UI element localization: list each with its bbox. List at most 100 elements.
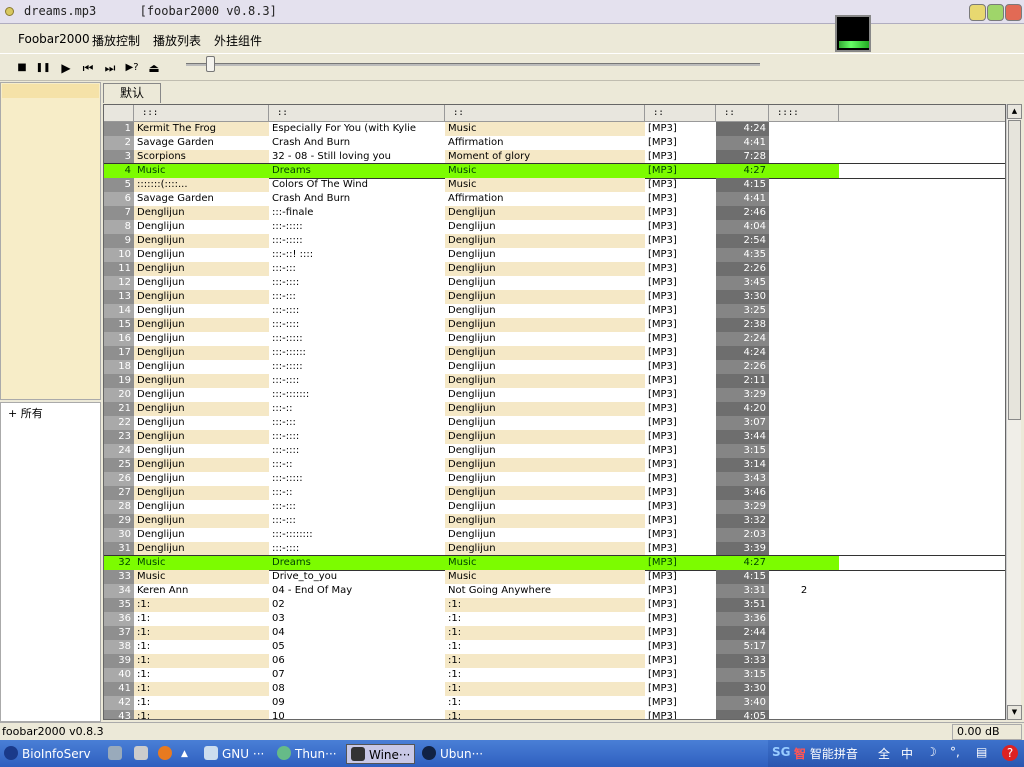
table-row[interactable]: 33 Music Drive_to_you Music [MP3] 4:15	[104, 570, 1005, 584]
play-button[interactable]: ▶	[58, 60, 74, 76]
header-album[interactable]: ::	[445, 105, 645, 122]
table-row[interactable]: 22 Denglijun:::-::: Denglijun [MP3] 3:07	[104, 416, 1005, 430]
table-row[interactable]: 10 Denglijun:::-::! :::: Denglijun [MP3] 4:3…	[104, 248, 1005, 262]
duration-cell: 3:30	[716, 290, 769, 304]
table-row[interactable]: 9 Denglijun:::-::::: Denglijun [MP3] 2:54	[104, 234, 1005, 248]
table-row[interactable]: 30 Denglijun:::-:::::::: Denglijun [MP3] 2:0…	[104, 528, 1005, 542]
table-row[interactable]: 16 Denglijun:::-::::: Denglijun [MP3] 2:24	[104, 332, 1005, 346]
table-row[interactable]: 7 Denglijun:::-finale Denglijun [MP3] 2:46	[104, 206, 1005, 220]
maximize-icon[interactable]	[987, 4, 1004, 21]
vertical-scrollbar[interactable]: ▲ ▼	[1006, 104, 1022, 720]
header-format[interactable]: ::	[645, 105, 716, 122]
table-row[interactable]: 5:::::::(::::... Colors Of The Wind Music[…	[104, 178, 1005, 192]
quicklaunch-firefox[interactable]	[158, 744, 176, 764]
table-row[interactable]: 2 Savage Garden Crash And Burn Affirmation[…	[104, 136, 1005, 150]
header-extra[interactable]: ::::	[769, 105, 839, 122]
moon-icon[interactable]: ☽	[926, 745, 937, 759]
ime-fullwidth[interactable]: 全	[878, 745, 890, 762]
table-row[interactable]: 18 Denglijun:::-::::: Denglijun [MP3] 2:26	[104, 360, 1005, 374]
duration-cell: 4:15	[716, 570, 769, 584]
help-icon[interactable]: ?	[1002, 745, 1018, 761]
scroll-down-icon[interactable]: ▼	[1007, 705, 1022, 720]
table-row[interactable]: 35:1: 02:1: [MP3] 3:51	[104, 598, 1005, 612]
table-row[interactable]: 29 Denglijun:::-::: Denglijun [MP3] 3:32	[104, 514, 1005, 528]
close-icon[interactable]	[1005, 4, 1022, 21]
ime-logo-icon[interactable]: SG	[772, 745, 791, 759]
header-index[interactable]	[104, 105, 134, 122]
extra-cell	[769, 500, 839, 514]
ime-name[interactable]: 智 智能拼音	[794, 745, 858, 762]
table-row[interactable]: 1 Kermit The Frog Especially For You (with…	[104, 122, 1005, 136]
table-row[interactable]: 31 Denglijun:::-:::: Denglijun [MP3] 3:39	[104, 542, 1005, 556]
table-row[interactable]: 21 Denglijun:::-:: Denglijun [MP3] 4:20	[104, 402, 1005, 416]
playlist-switcher-selection[interactable]	[2, 84, 99, 98]
table-row[interactable]: 8 Denglijun:::-::::: Denglijun [MP3] 4:04	[104, 220, 1005, 234]
pause-button[interactable]: ❚❚	[35, 60, 51, 76]
task-ubuntu[interactable]: Ubun···	[422, 744, 483, 764]
scroll-up-icon[interactable]: ▲	[1007, 104, 1022, 119]
task-gnu[interactable]: GNU ···	[204, 744, 264, 764]
header-title[interactable]: ::	[269, 105, 445, 122]
table-row[interactable]: 43:1: 10:1: [MP3] 4:05	[104, 710, 1005, 719]
format-cell: [MP3]	[648, 263, 677, 274]
punctuation-icon[interactable]: °,	[950, 745, 960, 759]
seek-bar[interactable]	[186, 63, 760, 66]
table-row[interactable]: 36:1: 03:1: [MP3] 3:36	[104, 612, 1005, 626]
quicklaunch-computer[interactable]	[134, 744, 152, 764]
task-wine[interactable]: Wine···	[346, 744, 416, 764]
menu-foobar[interactable]: Foobar2000	[18, 32, 90, 46]
table-row[interactable]: 15 Denglijun:::-:::: Denglijun [MP3] 2:38	[104, 318, 1005, 332]
table-row[interactable]: 12 Denglijun:::-:::: Denglijun [MP3] 3:45	[104, 276, 1005, 290]
menu-playlist[interactable]: 播放列表	[153, 32, 201, 49]
table-row[interactable]: 24 Denglijun:::-:::: Denglijun [MP3] 3:15	[104, 444, 1005, 458]
menu-playback[interactable]: 播放控制	[92, 32, 140, 49]
table-row[interactable]: 17 Denglijun:::-:::::: Denglijun [MP3] 4:24	[104, 346, 1005, 360]
table-row[interactable]: 11 Denglijun:::-::: Denglijun [MP3] 2:26	[104, 262, 1005, 276]
table-row[interactable]: 6 Savage Garden Crash And Burn Affirmation[…	[104, 192, 1005, 206]
row-number: 9	[104, 234, 134, 248]
table-row[interactable]: 25 Denglijun:::-:: Denglijun [MP3] 3:14	[104, 458, 1005, 472]
table-row[interactable]: 38:1: 05:1: [MP3] 5:17	[104, 640, 1005, 654]
table-row[interactable]: 42:1: 09:1: [MP3] 3:40	[104, 696, 1005, 710]
table-row[interactable]: 3 Scorpions 32 - 08 - Still loving you Mome…	[104, 150, 1005, 164]
playlist-switcher[interactable]	[0, 82, 101, 400]
quicklaunch-arrow[interactable]: ▲	[181, 744, 188, 764]
task-thunderbird[interactable]: Thun···	[277, 744, 337, 764]
next-button[interactable]: ⏭	[102, 60, 118, 76]
quicklaunch-desktop[interactable]	[108, 744, 126, 764]
table-row[interactable]: 19 Denglijun:::-:::: Denglijun [MP3] 2:11	[104, 374, 1005, 388]
table-row[interactable]: 20 Denglijun:::-::::::: Denglijun [MP3] 3:29	[104, 388, 1005, 402]
scroll-thumb[interactable]	[1008, 120, 1021, 420]
stop-button[interactable]: ■	[14, 60, 30, 76]
minimize-icon[interactable]	[969, 4, 986, 21]
artist-cell: Denglijun	[134, 318, 269, 332]
table-row[interactable]: 13 Denglijun:::-::: Denglijun [MP3] 3:30	[104, 290, 1005, 304]
previous-button[interactable]: ⏮	[80, 60, 96, 76]
table-row[interactable]: 39:1: 06:1: [MP3] 3:33	[104, 654, 1005, 668]
table-row[interactable]: 27 Denglijun:::-:: Denglijun [MP3] 3:46	[104, 486, 1005, 500]
table-row[interactable]: 37:1: 04:1: [MP3] 2:44	[104, 626, 1005, 640]
table-row[interactable]: 23 Denglijun:::-:::: Denglijun [MP3] 3:44	[104, 430, 1005, 444]
table-row[interactable]: 32 Music Dreams Music [MP3] 4:27	[104, 555, 1005, 571]
extra-cell	[769, 486, 839, 500]
random-button[interactable]: ▶?	[124, 60, 140, 76]
task-bioinfoserv[interactable]: BioInfoServ	[4, 744, 91, 764]
table-row[interactable]: 28 Denglijun:::-::: Denglijun [MP3] 3:29	[104, 500, 1005, 514]
tab-default[interactable]: 默认	[103, 83, 161, 103]
seek-thumb[interactable]	[206, 56, 215, 72]
keyboard-icon[interactable]: ▤	[976, 745, 987, 759]
table-row[interactable]: 14 Denglijun:::-:::: Denglijun [MP3] 3:25	[104, 304, 1005, 318]
header-artist[interactable]: :::	[134, 105, 269, 122]
table-row[interactable]: 4 Music Dreams Music [MP3] 4:27	[104, 163, 1005, 179]
duration-cell: 3:14	[716, 458, 769, 472]
table-row[interactable]: 41:1: 08:1: [MP3] 3:30	[104, 682, 1005, 696]
menu-components[interactable]: 外挂组件	[214, 32, 262, 49]
table-row[interactable]: 40:1: 07:1: [MP3] 3:15	[104, 668, 1005, 682]
tree-item-all[interactable]: + 所有	[8, 405, 43, 421]
header-duration[interactable]: ::	[716, 105, 769, 122]
ime-chinese[interactable]: 中	[901, 745, 913, 762]
table-row[interactable]: 34 Keren Ann 04 - End Of May Not Going Anyw…	[104, 584, 1005, 598]
eject-button[interactable]: ⏏	[146, 60, 162, 76]
table-row[interactable]: 26 Denglijun:::-::::: Denglijun [MP3] 3:43	[104, 472, 1005, 486]
artist-cell: Denglijun	[134, 360, 269, 374]
